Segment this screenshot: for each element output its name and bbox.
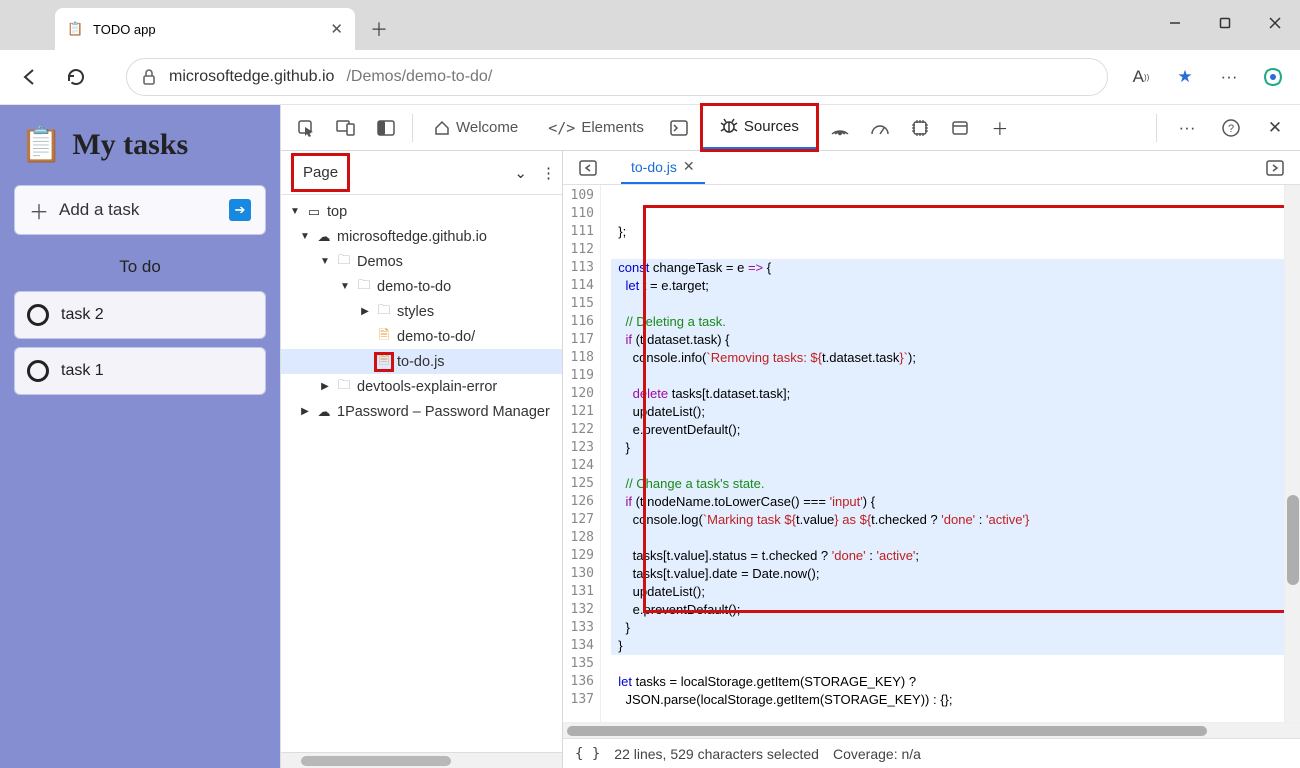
editor-statusbar: { } 22 lines, 529 characters selected Co… (563, 738, 1300, 768)
browser-toolbar: microsoftedge.github.io/Demos/demo-to-do… (0, 50, 1300, 105)
tab-elements[interactable]: </>Elements (536, 105, 656, 150)
help-icon[interactable]: ? (1214, 111, 1248, 145)
folder-icon: 🗀 (336, 379, 352, 395)
task-list: task 2 task 1 (14, 291, 266, 395)
collapse-nav-icon[interactable] (571, 151, 605, 185)
sources-navigator: Page ⌄ ⋮ ▼▭top ▼☁microsoftedge.github.io… (281, 151, 563, 768)
task-radio[interactable] (27, 304, 49, 326)
source-editor-panel: to-do.js ✕ 109 110 111 112 113 114 115 1… (563, 151, 1300, 768)
coverage-status: Coverage: n/a (833, 746, 921, 762)
close-file-icon[interactable]: ✕ (683, 158, 695, 175)
maximize-button[interactable] (1200, 0, 1250, 46)
back-button[interactable] (10, 57, 50, 97)
kebab-icon[interactable]: ⋮ (541, 164, 556, 182)
cloud-icon: ☁ (316, 404, 332, 420)
more-menu-icon[interactable]: ··· (1212, 60, 1246, 94)
selection-status: 22 lines, 529 characters selected (614, 746, 819, 762)
tab-favicon-icon: 📋 (67, 21, 83, 37)
devtools-panel: Welcome </>Elements Sources ＋ ··· ? ✕ Pa… (280, 105, 1300, 768)
lock-icon (141, 68, 157, 86)
network-icon[interactable] (823, 111, 857, 145)
performance-icon[interactable] (863, 111, 897, 145)
window-controls (1150, 0, 1300, 46)
editor-vscrollbar[interactable] (1284, 185, 1300, 722)
plus-icon: ＋ (29, 196, 49, 225)
task-row[interactable]: task 2 (14, 291, 266, 339)
read-aloud-icon[interactable]: A)) (1124, 60, 1158, 94)
line-gutter[interactable]: 109 110 111 112 113 114 115 116 117 118 … (563, 185, 601, 722)
new-tab-button[interactable]: ＋ (361, 11, 397, 47)
navigator-hscrollbar[interactable] (281, 752, 562, 768)
task-radio[interactable] (27, 360, 49, 382)
settings-more-icon[interactable]: ··· (1170, 111, 1204, 145)
chevron-down-icon[interactable]: ⌄ (514, 164, 527, 182)
refresh-button[interactable] (56, 57, 96, 97)
add-task-button[interactable]: ＋ Add a task ➔ (14, 185, 266, 235)
expand-debugger-icon[interactable] (1258, 151, 1292, 185)
code-editor[interactable]: }; const changeTask = e => { let t = e.t… (601, 185, 1284, 722)
tab-title: TODO app (93, 22, 156, 37)
console-icon[interactable] (662, 111, 696, 145)
cloud-icon: ☁ (316, 229, 332, 245)
browser-tab[interactable]: 📋 TODO app ✕ (55, 8, 355, 50)
folder-icon: 🗀 (356, 279, 372, 295)
folder-icon: 🗀 (376, 304, 392, 320)
tree-item-selected[interactable]: 🗎to-do.js (281, 349, 562, 374)
application-icon[interactable] (943, 111, 977, 145)
copilot-icon[interactable] (1256, 60, 1290, 94)
svg-text:?: ? (1228, 123, 1234, 135)
navigator-page-tab[interactable]: Page (293, 155, 348, 190)
minimize-button[interactable] (1150, 0, 1200, 46)
close-tab-icon[interactable]: ✕ (330, 20, 343, 38)
file-tree[interactable]: ▼▭top ▼☁microsoftedge.github.io ▼🗀Demos … (281, 195, 562, 752)
favorite-star-icon[interactable]: ★ (1168, 60, 1202, 94)
file-icon: 🗎 (376, 329, 392, 345)
close-devtools-button[interactable]: ✕ (1258, 111, 1292, 145)
editor-hscrollbar[interactable] (563, 722, 1300, 738)
clipboard-icon: 📋 (20, 125, 62, 165)
folder-icon: 🗀 (336, 254, 352, 270)
todo-app-panel: 📋 My tasks ＋ Add a task ➔ To do task 2ta… (0, 105, 280, 768)
tab-sources[interactable]: Sources (702, 105, 817, 150)
devtools-tabstrip: Welcome </>Elements Sources ＋ ··· ? ✕ (281, 105, 1300, 151)
address-bar[interactable]: microsoftedge.github.io/Demos/demo-to-do… (126, 58, 1108, 96)
dock-icon[interactable] (369, 111, 403, 145)
section-label: To do (14, 257, 266, 277)
file-icon: 🗎 (376, 354, 392, 370)
tab-welcome[interactable]: Welcome (422, 105, 530, 150)
url-host: microsoftedge.github.io (169, 68, 334, 86)
home-icon (434, 120, 450, 136)
close-window-button[interactable] (1250, 0, 1300, 46)
task-label: task 1 (61, 362, 104, 380)
task-row[interactable]: task 1 (14, 347, 266, 395)
url-path: /Demos/demo-to-do/ (346, 68, 492, 86)
window-icon: ▭ (306, 204, 322, 220)
task-label: task 2 (61, 306, 104, 324)
bug-icon (720, 117, 738, 135)
more-tabs-button[interactable]: ＋ (983, 111, 1017, 145)
inspect-icon[interactable] (289, 111, 323, 145)
window-titlebar: 📋 TODO app ✕ ＋ (0, 0, 1300, 50)
submit-arrow-icon[interactable]: ➔ (229, 199, 251, 221)
memory-icon[interactable] (903, 111, 937, 145)
app-heading: My tasks (72, 128, 188, 162)
device-icon[interactable] (329, 111, 363, 145)
source-file-tab[interactable]: to-do.js ✕ (621, 151, 705, 184)
code-icon: </> (548, 119, 575, 137)
brackets-icon[interactable]: { } (575, 746, 600, 762)
add-task-label: Add a task (59, 200, 139, 220)
